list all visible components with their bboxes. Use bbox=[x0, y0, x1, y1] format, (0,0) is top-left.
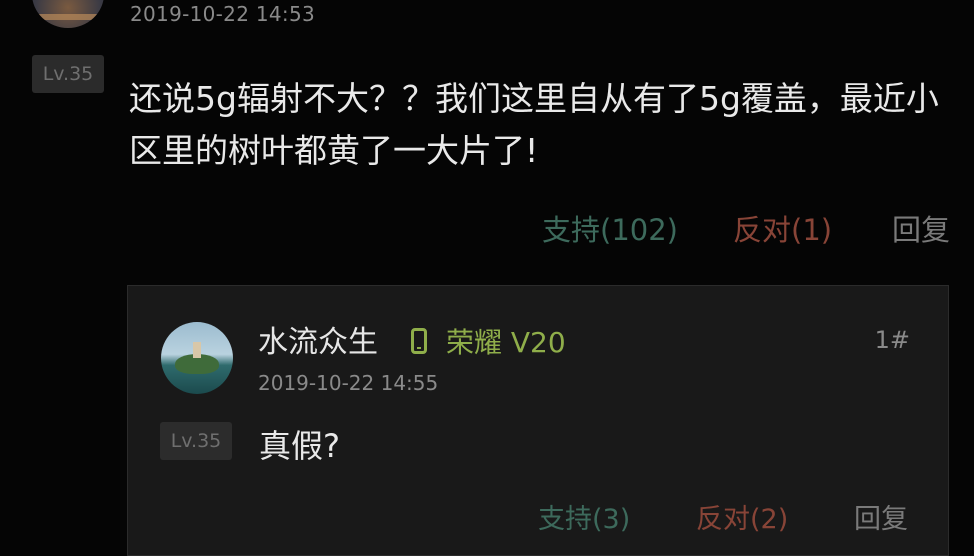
level-badge: Lv.35 bbox=[32, 55, 104, 93]
reply-timestamp: 2019-10-22 14:55 bbox=[258, 371, 439, 395]
reply-level-badge: Lv.35 bbox=[160, 422, 232, 460]
oppose-button[interactable]: 反对(1) bbox=[733, 212, 832, 248]
reply-oppose-button[interactable]: 反对(2) bbox=[696, 502, 788, 538]
avatar-church bbox=[193, 342, 201, 358]
device-name: 荣耀 V20 bbox=[446, 326, 566, 359]
phone-icon bbox=[411, 328, 427, 354]
avatar-decoration bbox=[32, 14, 104, 20]
floor-number: 1# bbox=[874, 326, 910, 354]
reply-card: 水流众生 荣耀 V20 1# 2019-10-22 14:55 Lv.35 真假… bbox=[127, 285, 949, 556]
post-content: 还说5g辐射不大？？我们这里自从有了5g覆盖，最近小区里的树叶都黄了一大片了! bbox=[129, 79, 939, 170]
reply-support-button[interactable]: 支持(3) bbox=[538, 502, 630, 538]
reply-content: 真假? bbox=[259, 427, 340, 465]
reply-username[interactable]: 水流众生 bbox=[258, 324, 378, 362]
comment-thread: 2019-10-22 14:53 Lv.35 还说5g辐射不大？？我们这里自从有… bbox=[0, 0, 974, 556]
reply-reply-button[interactable]: 回复 bbox=[854, 502, 908, 538]
support-button[interactable]: 支持(102) bbox=[542, 212, 678, 248]
reply-button[interactable]: 回复 bbox=[892, 212, 950, 248]
avatar[interactable] bbox=[32, 0, 104, 28]
reply-avatar[interactable] bbox=[161, 322, 233, 394]
post-timestamp: 2019-10-22 14:53 bbox=[130, 2, 316, 26]
